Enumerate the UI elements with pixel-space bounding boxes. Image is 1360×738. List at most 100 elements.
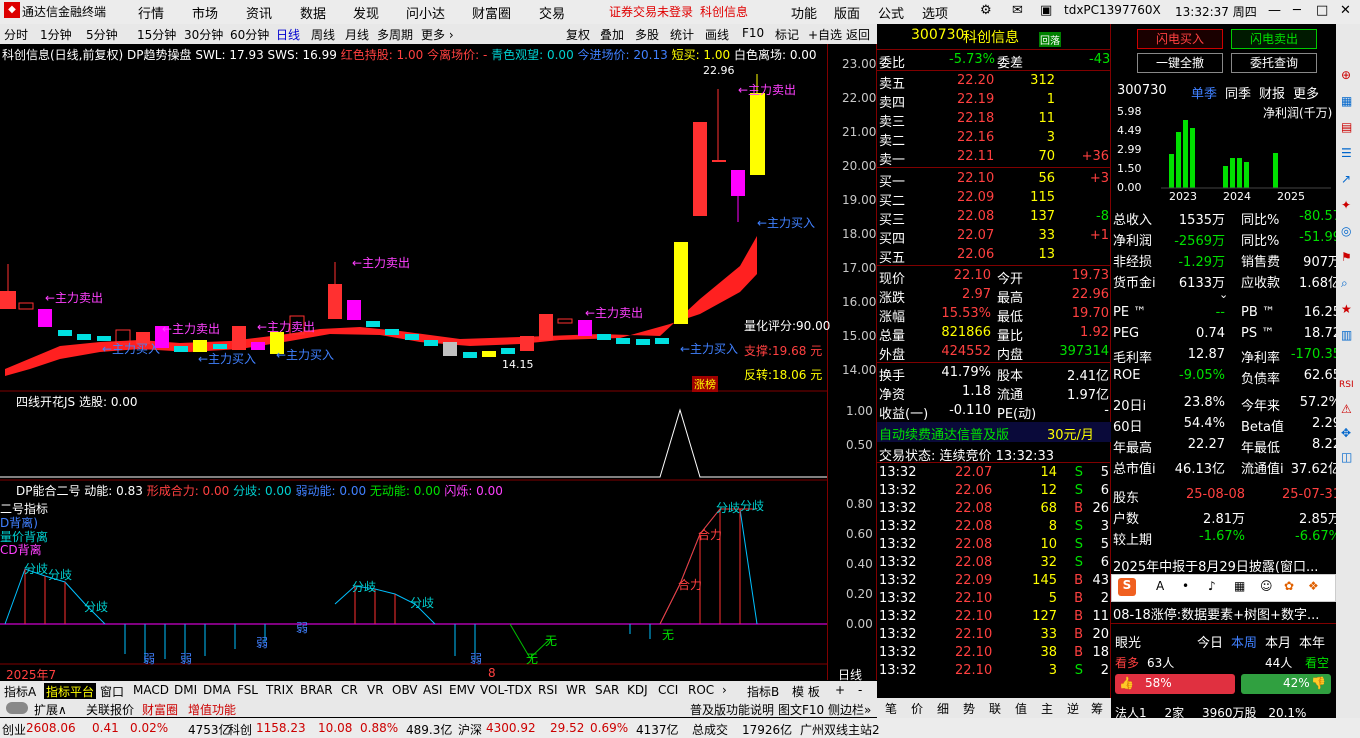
ime-logo-icon[interactable]: S (1118, 578, 1136, 596)
eye-tab-active[interactable]: 本周 (1231, 632, 1257, 651)
menu-data[interactable]: 数据 (300, 3, 326, 22)
period-tab[interactable]: 30分钟 (184, 26, 223, 43)
indicator-tab[interactable]: 模 板 (792, 683, 820, 700)
eye-tab[interactable]: 本年 (1299, 632, 1325, 651)
minimize-icon[interactable]: — (1268, 3, 1281, 18)
more-periods[interactable]: 更多 › (421, 26, 454, 43)
period-tab[interactable]: 5分钟 (86, 26, 118, 43)
indicator-tab[interactable]: ASI (423, 683, 442, 697)
indicator-tab[interactable]: VR (367, 683, 384, 697)
extension-tab[interactable]: 增值功能 (188, 701, 236, 718)
indicator-tab[interactable]: OBV (392, 683, 418, 697)
tool-button[interactable]: 复权 (566, 26, 590, 43)
back-button[interactable]: 返回 (846, 26, 870, 43)
indicator-tab[interactable]: 窗口 (100, 683, 124, 700)
fin-tab[interactable]: 更多 (1293, 83, 1319, 102)
menu-trade[interactable]: 交易 (539, 3, 565, 22)
maximize-icon[interactable]: □ (1316, 3, 1328, 18)
menu-icon[interactable]: ❖ (1308, 579, 1319, 593)
tool-button[interactable]: 标记 (775, 26, 799, 43)
report-notice[interactable]: 2025年中报于8月29日披露(窗口... (1113, 556, 1335, 575)
trend-icon[interactable]: ↗ (1341, 172, 1351, 186)
server-name[interactable]: 广州双线主站2 (800, 721, 880, 738)
tool-button[interactable]: 叠加 (600, 26, 624, 43)
period-tab[interactable]: 月线 (345, 26, 369, 43)
indicator-tab[interactable]: EMV (449, 683, 475, 697)
chart-area[interactable]: 科创信息(日线,前复权) DP趋势操盘 SWL: 17.93 SWS: 16.9… (0, 44, 877, 682)
quote-tab[interactable]: 筹 (1091, 700, 1103, 717)
indicator-tab[interactable]: 指标B (747, 683, 779, 700)
search-icon[interactable]: ⌕ (1341, 276, 1348, 291)
fin-tab[interactable]: 财报 (1259, 83, 1285, 102)
fin-tab-active[interactable]: 单季 (1191, 83, 1217, 102)
indicator-tab[interactable]: KDJ (627, 683, 648, 697)
quote-tab[interactable]: 值 (1015, 700, 1027, 717)
menu-ask[interactable]: 问小达 (406, 3, 445, 22)
menu-markets[interactable]: 市场 (192, 3, 218, 22)
extension-tab[interactable]: 财富圈 (142, 701, 178, 718)
menu-market[interactable]: 行情 (138, 3, 164, 22)
tool-button[interactable]: +自选 (808, 26, 842, 43)
menu-wealth[interactable]: 财富圈 (472, 3, 511, 22)
tool-icon[interactable]: ✿ (1284, 579, 1294, 593)
period-tab[interactable]: 60分钟 (230, 26, 269, 43)
indicator-tab[interactable]: BRAR (300, 683, 333, 697)
tool-button[interactable]: 多股 (635, 26, 659, 43)
indicator-tab[interactable]: TRIX (266, 683, 293, 697)
login-warning[interactable]: 证券交易未登录 (609, 3, 693, 20)
extension-tab[interactable]: 关联报价 (86, 701, 134, 718)
bull-bar[interactable]: 👍 58% (1115, 674, 1235, 694)
close-icon[interactable]: ✕ (1340, 3, 1351, 18)
settings-icon[interactable]: ⚙ (980, 3, 992, 18)
chart-icon[interactable]: ▤ (1341, 120, 1352, 134)
indicator-tab[interactable]: VOL-TDX (480, 683, 532, 697)
flash-sell-button[interactable]: 闪电卖出 (1231, 29, 1317, 49)
remove-tab-button[interactable]: - (858, 683, 862, 697)
rsi-icon[interactable]: RSI (1339, 380, 1354, 390)
news-item[interactable]: 08-18涨停:数据要素+树图+数字... (1113, 604, 1335, 623)
menu-discover[interactable]: 发现 (353, 3, 379, 22)
indicator-tab-active[interactable]: 指标平台 (44, 683, 97, 700)
bear-bar[interactable]: 42% 👎 (1241, 674, 1331, 694)
ime-punct-icon[interactable]: • (1182, 579, 1189, 593)
ad-banner[interactable]: 自动续费通达信普及版 30元/月 (877, 422, 1111, 443)
user-id[interactable]: tdxPC1397760X (1064, 3, 1161, 17)
period-tab[interactable]: 多周期 (377, 26, 413, 43)
menu-news[interactable]: 资讯 (246, 3, 272, 22)
expand-icon[interactable]: ⌄ (1219, 288, 1228, 301)
menu-function[interactable]: 功能 (791, 3, 817, 22)
skin-icon[interactable]: ☺ (1260, 579, 1273, 593)
indicator-tab[interactable]: CCI (658, 683, 678, 697)
cancel-all-button[interactable]: 一键全撤 (1137, 53, 1223, 73)
indicator-tab[interactable]: WR (566, 683, 586, 697)
tool-button[interactable]: 画线 (705, 26, 729, 43)
sidebar-toggle[interactable]: 侧边栏» (828, 701, 871, 718)
lock-icon[interactable]: ▣ (1040, 3, 1052, 18)
f10-link[interactable]: 图文F10 (778, 701, 824, 718)
indicator-tab[interactable]: MACD (133, 683, 169, 697)
hot-icon[interactable]: ✦ (1341, 198, 1351, 212)
compass-icon[interactable]: ◎ (1341, 224, 1351, 238)
indicator-tab[interactable]: DMI (174, 683, 197, 697)
message-icon[interactable]: ✉ (1012, 3, 1023, 18)
indicator-tab[interactable]: 指标A (4, 683, 36, 700)
indicator-tab[interactable]: SAR (595, 683, 619, 697)
warning-icon[interactable]: ⚠ (1341, 402, 1352, 416)
add-icon[interactable]: ⊕ (1341, 68, 1351, 82)
indicator-tab[interactable]: DMA (203, 683, 231, 697)
period-tab-active[interactable]: 日线 (276, 26, 300, 43)
quote-tab[interactable]: 笔 (885, 700, 897, 717)
quote-tab[interactable]: 联 (989, 700, 1001, 717)
help-link[interactable]: 普及版功能说明 (690, 701, 774, 718)
book-icon[interactable]: ▥ (1341, 328, 1352, 342)
eye-tab[interactable]: 今日 (1197, 632, 1223, 651)
ime-toolbar[interactable]: S A • ♪ ▦ ☺ ✿ ❖ (1111, 574, 1336, 602)
period-tab[interactable]: 1分钟 (40, 26, 72, 43)
flag-icon[interactable]: ⚑ (1341, 250, 1352, 264)
move-icon[interactable]: ✥ (1341, 426, 1351, 440)
grid-icon[interactable]: ▦ (1341, 94, 1352, 108)
period-tab[interactable]: 15分钟 (137, 26, 176, 43)
quote-tab[interactable]: 主 (1041, 700, 1053, 717)
layout-icon[interactable]: ◫ (1341, 450, 1352, 464)
add-tab-button[interactable]: + (835, 683, 845, 697)
